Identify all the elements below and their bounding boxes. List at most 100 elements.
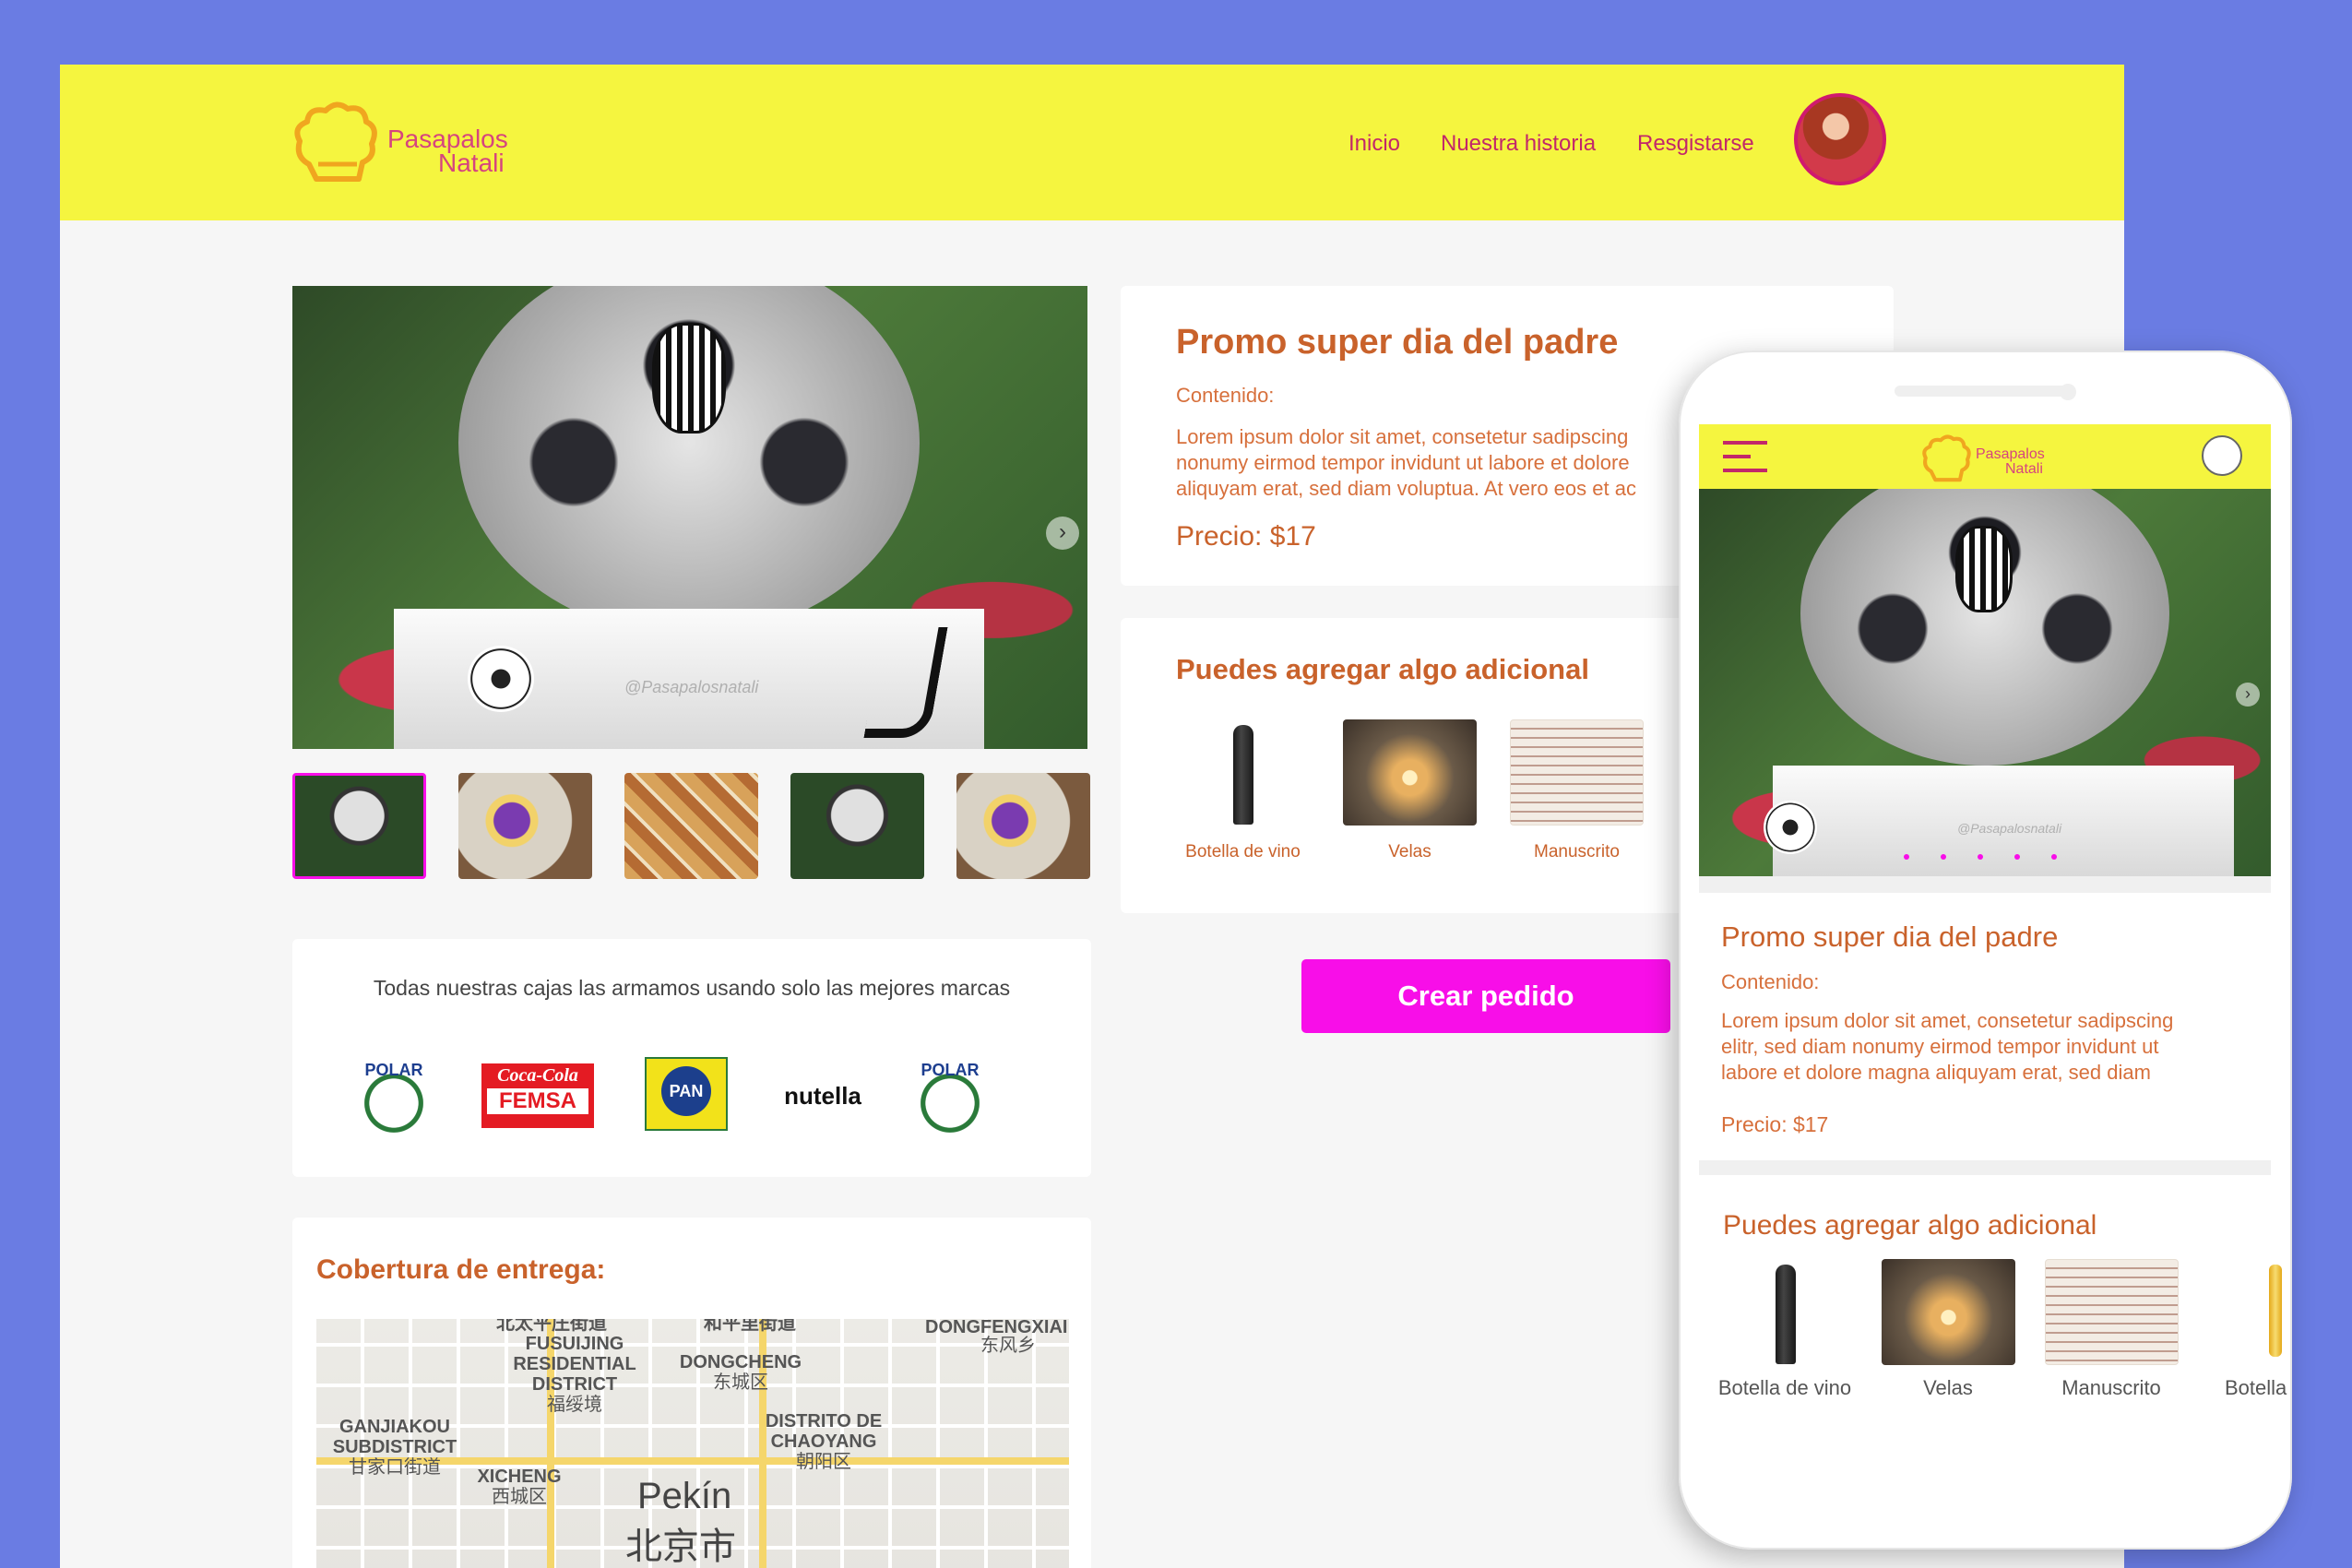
juventus-j-logo — [863, 627, 948, 738]
product-description-line3: aliquyam erat, sed diam voluptua. At ver… — [1176, 477, 1636, 500]
mobile-candles-image — [1881, 1259, 2015, 1365]
addon-item-letter[interactable]: Manuscrito — [1510, 719, 1644, 862]
map-label-xicheng: XICHENG — [477, 1467, 562, 1487]
carousel-dot-1[interactable] — [1904, 854, 1909, 860]
mobile-wine-image — [1717, 1259, 1852, 1365]
harina-pan-logo: PAN — [645, 1057, 728, 1131]
mobile-header: Pasapalos Natali — [1699, 424, 2271, 489]
map-label-fusuijing-cn: 福绥境 — [547, 1395, 602, 1415]
map-label-chaoyang-1: DISTRITO DE — [765, 1411, 883, 1431]
mobile-partial-bottle-image — [2269, 1265, 2282, 1357]
nutella-logo: nutella — [784, 1082, 861, 1110]
mobile-addon-bottle-partial[interactable]: Botella — [2204, 1259, 2292, 1400]
map-label-top1: 北太平庄街道 — [496, 1319, 607, 1334]
map-label-chaoyang-2: CHAOYANG — [770, 1431, 877, 1452]
brands-card: Todas nuestras cajas las armamos usando … — [292, 939, 1091, 1177]
phone-speaker — [1895, 386, 2070, 397]
map-label-city-cn: 北京市 — [625, 1526, 736, 1567]
product-description-line1: Lorem ipsum dolor sit amet, consetetur s… — [1176, 425, 1629, 448]
logo[interactable]: Pasapalos Natali — [291, 100, 530, 187]
mobile-divider-2 — [1699, 1160, 2271, 1175]
mobile-product-title: Promo super dia del padre — [1721, 921, 2059, 953]
mobile-addon-wine[interactable]: Botella de vino — [1716, 1259, 1854, 1400]
product-main-image: @Pasapalosnatali › — [292, 286, 1087, 749]
mobile-soccer-ball-sticker — [1764, 801, 1817, 854]
map-label-dongfengxiang: DONGFENGXIAI — [925, 1319, 1068, 1337]
addon-item-candles[interactable]: Velas — [1343, 719, 1477, 862]
mobile-mockup: Pasapalos Natali @Pasapalosnatali › Prom… — [1679, 350, 2292, 1550]
mobile-addon-label-letter: Manuscrito — [2061, 1376, 2161, 1399]
addons-title: Puedes agregar algo adicional — [1176, 653, 1589, 685]
addon-label-wine: Botella de vino — [1185, 842, 1301, 861]
coca-cola-femsa-logo: Coca-Cola FEMSA — [481, 1063, 594, 1128]
mobile-letter-image — [2044, 1259, 2179, 1365]
map-label-fusuijing-2: RESIDENTIAL — [513, 1354, 636, 1374]
thumbnail-5[interactable] — [956, 773, 1090, 879]
nav-nuestra-historia[interactable]: Nuestra historia — [1441, 131, 1596, 157]
mobile-addon-letter[interactable]: Manuscrito — [2042, 1259, 2180, 1400]
nav-registrarse[interactable]: Resgistarse — [1637, 131, 1754, 157]
brand-name-line2: Natali — [438, 148, 505, 177]
mobile-product-image: @Pasapalosnatali › — [1699, 489, 2271, 876]
thumbnail-3[interactable] — [624, 773, 758, 879]
mobile-logo[interactable]: Pasapalos Natali — [1920, 432, 2059, 483]
avatar[interactable] — [1794, 93, 1886, 185]
polar-logo: POLAR — [352, 1059, 435, 1133]
thumbnail-4[interactable] — [790, 773, 924, 879]
mobile-addon-candles[interactable]: Velas — [1879, 1259, 2017, 1400]
carousel-dot-3[interactable] — [1978, 854, 1983, 860]
map-label-ganjiakou-2: SUBDISTRICT — [332, 1437, 457, 1457]
gift-box-image: @Pasapalosnatali — [394, 609, 984, 749]
mobile-product-price: Precio: $17 — [1721, 1112, 1829, 1136]
map-label-chaoyang-cn: 朝阳区 — [796, 1452, 851, 1472]
thumbnail-1[interactable] — [292, 773, 426, 879]
mobile-addon-label-candles: Velas — [1923, 1376, 1973, 1399]
map-label-ganjiakou-1: GANJIAKOU — [339, 1417, 450, 1437]
delivery-map[interactable]: 北太平庄街道 和平里街道 DONGFENGXIAI 东风乡 FUSUIJING … — [316, 1319, 1069, 1568]
mobile-juventus-crest — [1955, 526, 2013, 612]
map-label-xicheng-cn: 西城区 — [492, 1487, 547, 1507]
addon-label-candles: Velas — [1388, 842, 1431, 861]
wine-bottle-image — [1176, 719, 1310, 826]
hamburger-menu-icon[interactable] — [1723, 441, 1767, 472]
addon-item-wine[interactable]: Botella de vino — [1176, 719, 1310, 862]
map-label-dongfengxiang-cn: 东风乡 — [980, 1336, 1036, 1356]
polar-logo-2: POLAR — [909, 1059, 992, 1133]
site-header: Pasapalos Natali Inicio Nuestra historia… — [60, 65, 2124, 220]
mobile-description-line1: Lorem ipsum dolor sit amet, consetetur s… — [1721, 1009, 2174, 1032]
soccer-ball-sticker — [468, 646, 534, 712]
mobile-content-label: Contenido: — [1721, 970, 1820, 993]
map-label-dongcheng-cn: 东城区 — [713, 1372, 768, 1393]
product-title: Promo super dia del padre — [1176, 323, 1619, 362]
box-stamp: @Pasapalosnatali — [624, 678, 759, 696]
map-label-city: Pekín — [637, 1476, 732, 1516]
juventus-crest — [652, 323, 726, 434]
map-label-ganjiakou-cn: 甘家口街道 — [349, 1457, 441, 1478]
brands-intro: Todas nuestras cajas las armamos usando … — [373, 976, 1011, 1000]
chef-hat-icon — [294, 101, 377, 182]
coverage-card: Cobertura de entrega: 北太平庄街道 和平里街道 DONGF… — [292, 1218, 1091, 1568]
map-label-dongcheng: DONGCHENG — [679, 1352, 802, 1372]
mobile-description-line2: elitr, sed diam nonumy eirmod tempor inv… — [1721, 1035, 2159, 1058]
nav-inicio[interactable]: Inicio — [1348, 131, 1400, 157]
handwritten-letter-image — [1510, 719, 1644, 826]
candles-image — [1343, 719, 1477, 826]
carousel-dots — [1904, 854, 2070, 861]
carousel-dot-2[interactable] — [1941, 854, 1946, 860]
map-label-fusuijing-1: FUSUIJING — [525, 1334, 624, 1354]
mobile-addon-label-wine: Botella de vino — [1717, 1376, 1852, 1399]
chef-hat-icon — [1922, 434, 1971, 482]
create-order-button[interactable]: Crear pedido — [1301, 959, 1670, 1033]
map-label-top2: 和平里街道 — [704, 1319, 796, 1334]
thumbnail-2[interactable] — [458, 773, 592, 879]
carousel-dot-4[interactable] — [2014, 854, 2020, 860]
mobile-carousel-next-button[interactable]: › — [2236, 683, 2260, 707]
carousel-next-button[interactable]: › — [1046, 517, 1079, 550]
phone-camera — [2060, 384, 2076, 400]
product-description-line2: nonumy eirmod tempor invidunt ut labore … — [1176, 451, 1630, 474]
mobile-avatar[interactable] — [2202, 435, 2242, 476]
coverage-title: Cobertura de entrega: — [316, 1254, 606, 1285]
mobile-addon-label-bottle: Botella — [2225, 1376, 2287, 1399]
carousel-dot-5[interactable] — [2051, 854, 2057, 860]
mobile-box-stamp: @Pasapalosnatali — [1957, 821, 2062, 836]
